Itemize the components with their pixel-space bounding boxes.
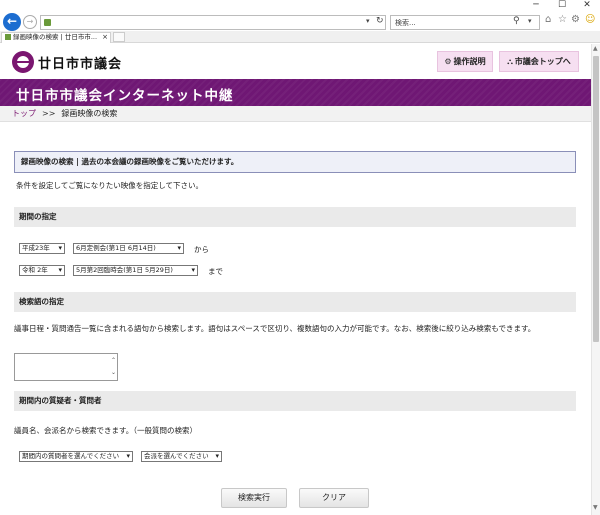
search-dropdown-icon[interactable]: ▾: [528, 17, 532, 25]
chevron-down-icon: ▾: [215, 452, 219, 460]
scroll-up-arrow-icon[interactable]: ▲: [593, 45, 598, 52]
council-top-button[interactable]: ⛬ 市議会トップへ: [499, 51, 579, 72]
gear-icon: ⚙: [444, 57, 452, 66]
close-window-button[interactable]: ✕: [578, 0, 596, 12]
member-select[interactable]: 期間内の質問者を選んでください ▾: [19, 451, 133, 462]
council-top-label: 市議会トップへ: [514, 57, 571, 66]
home-icon[interactable]: ⌂: [545, 14, 551, 26]
tab-close-icon[interactable]: ×: [102, 33, 108, 42]
faction-select[interactable]: 会派を選んでください ▾: [141, 451, 222, 462]
back-button[interactable]: ←: [3, 13, 21, 31]
from-label: から: [194, 245, 209, 254]
breadcrumb-separator: >>: [42, 109, 56, 118]
to-session-select[interactable]: 5月第2回臨時会(第1日 5月29日) ▾: [73, 265, 198, 276]
feedback-smiley-icon[interactable]: ☺: [585, 14, 595, 26]
search-submit-button[interactable]: 検索実行: [221, 488, 287, 508]
member-description: 議員名、会派名から検索できます。（一般質問の検索）: [14, 426, 197, 435]
tab-active[interactable]: 録画映像の検索 | 廿日市市... ×: [1, 32, 111, 43]
browser-search-input[interactable]: 検索... ⚲ ▾: [390, 15, 540, 30]
scroll-down-arrow-icon[interactable]: ▼: [593, 504, 598, 511]
search-icon[interactable]: ⚲: [513, 16, 520, 26]
page-scrollbar[interactable]: ▲ ▼: [591, 44, 600, 515]
search-placeholder: 検索...: [395, 19, 416, 27]
chevron-down-icon: ▾: [191, 266, 195, 274]
info-box: 録画映像の検索 | 過去の本会議の録画映像をご覧いただけます。: [14, 151, 576, 173]
tab-title: 録画映像の検索 | 廿日市市...: [13, 33, 98, 41]
tab-favicon-icon: [5, 34, 11, 40]
breadcrumb-home-link[interactable]: トップ: [12, 109, 36, 118]
from-session-value: 6月定例会(第1日 6月14日): [76, 244, 156, 252]
site-favicon-icon: [44, 19, 51, 26]
site-logo-text[interactable]: 廿日市市議会: [38, 53, 122, 72]
forward-button[interactable]: →: [23, 15, 37, 29]
scroll-thumb[interactable]: [593, 56, 599, 342]
help-button-label: 操作説明: [453, 57, 486, 66]
refresh-icon[interactable]: ↻: [376, 16, 384, 26]
to-session-value: 5月第2回臨時会(第1日 5月29日): [76, 266, 173, 274]
address-dropdown-icon[interactable]: ▾: [366, 17, 370, 25]
chevron-down-icon: ▾: [177, 244, 181, 252]
member-select-value: 期間内の質問者を選んでください: [22, 452, 120, 460]
favorites-star-icon[interactable]: ☆: [558, 14, 567, 26]
help-button[interactable]: ⚙ 操作説明: [437, 51, 493, 72]
period-section-heading: 期間の指定: [14, 207, 576, 227]
site-header: 廿日市市議会 ⚙ 操作説明 ⛬ 市議会トップへ: [0, 44, 600, 79]
from-session-select[interactable]: 6月定例会(第1日 6月14日) ▾: [73, 243, 184, 254]
faction-select-value: 会派を選んでください: [144, 452, 209, 460]
keyword-section-heading: 検索語の指定: [14, 292, 576, 312]
textarea-scroll-arrows-icon[interactable]: ⌃ ⌄: [111, 355, 116, 379]
from-year-select[interactable]: 平成23年 ▾: [19, 243, 65, 254]
page-title: 廿日市市議会インターネット中継: [16, 88, 234, 104]
city-emblem-icon: [12, 51, 34, 73]
new-tab-button[interactable]: [113, 32, 125, 42]
to-label: まで: [208, 267, 223, 276]
minimize-button[interactable]: ─: [527, 0, 545, 12]
tab-bar: 録画映像の検索 | 廿日市市... ×: [0, 31, 600, 43]
window-titlebar: ─ ☐ ✕: [0, 0, 600, 12]
settings-gear-icon[interactable]: ⚙: [571, 14, 580, 26]
intro-text: 条件を設定してご覧になりたい映像を指定して下さい。: [16, 181, 204, 190]
chevron-down-icon: ▾: [126, 452, 130, 460]
chevron-down-icon: ▾: [58, 266, 62, 274]
keyword-description: 議事日程・質問通告一覧に含まれる語句から検索します。語句はスペースで区切り、複数…: [14, 324, 536, 333]
keyword-textarea[interactable]: ⌃ ⌄: [14, 353, 118, 381]
clear-button[interactable]: クリア: [299, 488, 369, 508]
to-year-select[interactable]: 令和 2年 ▾: [19, 265, 65, 276]
breadcrumb-current: 録画映像の検索: [61, 109, 118, 118]
chevron-down-icon: ▾: [58, 244, 62, 252]
page-banner: 廿日市市議会インターネット中継: [0, 79, 600, 106]
address-bar[interactable]: ▾ ↻: [40, 15, 386, 30]
to-year-value: 令和 2年: [22, 266, 48, 274]
browser-navbar: ← → ▾ ↻ 検索... ⚲ ▾: [0, 12, 600, 31]
from-year-value: 平成23年: [22, 244, 50, 252]
maximize-button[interactable]: ☐: [553, 0, 571, 12]
member-section-heading: 期間内の質疑者・質問者: [14, 391, 576, 411]
building-icon: ⛬: [507, 57, 513, 66]
breadcrumb: トップ >> 録画映像の検索: [0, 106, 600, 122]
